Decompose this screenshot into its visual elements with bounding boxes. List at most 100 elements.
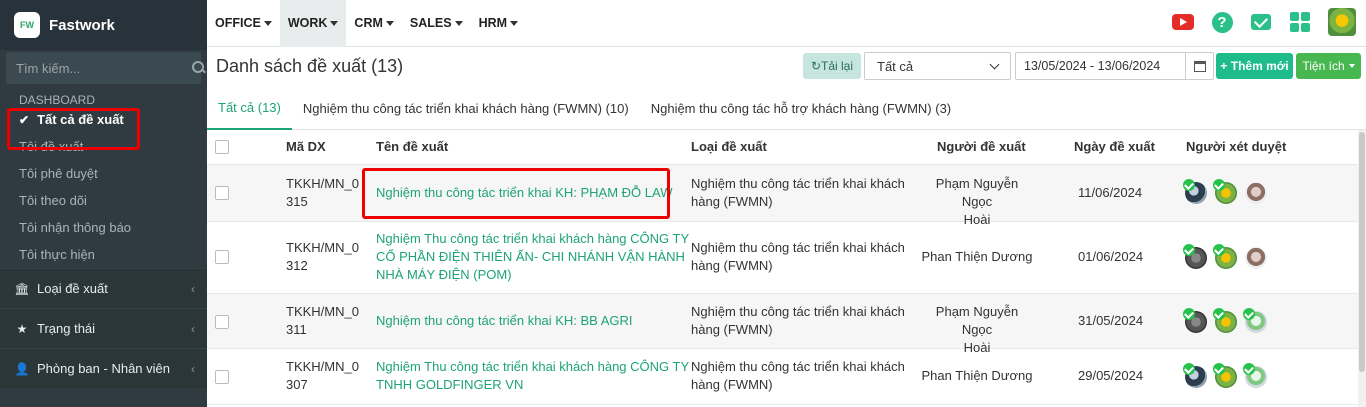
calendar-icon — [1193, 60, 1206, 72]
menu-label: CRM — [354, 16, 383, 30]
row-title-link[interactable]: Nghiệm Thu công tác triển khai khách hàn… — [376, 358, 689, 394]
header-code[interactable]: Mã DX — [286, 138, 326, 156]
menu-crm[interactable]: CRM — [346, 0, 401, 47]
tab-bar: Tất cả (13) Nghiệm thu công tác triển kh… — [207, 87, 1366, 130]
code-line: 311 — [286, 322, 307, 337]
row-proposer: Phạm Nguyễn Ngọc Hoài — [921, 175, 1033, 229]
title-line: TNHH GOLDFINGER VN — [376, 377, 524, 392]
app-root: FW Fastwork DASHBOARD ✔ Tất cả đề xuất T… — [0, 0, 1366, 407]
code-line: 307 — [286, 377, 308, 392]
menu-label: WORK — [287, 16, 328, 30]
tab-all[interactable]: Tất cả (13) — [207, 87, 292, 130]
fastwork-logo: FW — [14, 12, 40, 38]
row-title-link[interactable]: Nghiệm Thu công tác triển khai khách hàn… — [376, 230, 689, 284]
menu-work[interactable]: WORK — [279, 0, 347, 47]
caret-down-icon — [510, 20, 519, 26]
header-type[interactable]: Loại đề xuất — [691, 138, 767, 156]
brand[interactable]: FW Fastwork — [0, 0, 207, 50]
logo-text: FW — [20, 20, 34, 30]
sidebar-item-notifications[interactable]: Tôi nhận thông báo — [0, 214, 207, 241]
sidebar-group-proposal-types[interactable]: 🏛 Loại đề xuất ‹ — [0, 268, 207, 308]
type-line: hàng (FWMN) — [691, 322, 773, 337]
table-row[interactable]: TKKH/MN_0 311 Nghiệm thu công tác triển k… — [207, 294, 1358, 355]
row-proposer: Phan Thiện Dương — [921, 248, 1033, 266]
date-range-picker[interactable]: 13/05/2024 - 13/06/2024 — [1015, 52, 1214, 80]
youtube-icon[interactable] — [1172, 11, 1194, 33]
row-type: Nghiệm thu công tác triển khai khách hàng… — [691, 175, 905, 211]
table-row[interactable]: TKKH/MN_0 312 Nghiệm Thu công tác triển k… — [207, 222, 1358, 294]
code-line: TKKH/MN_0 — [286, 304, 359, 319]
star-icon: ★ — [16, 321, 28, 336]
user-avatar[interactable] — [1328, 8, 1356, 36]
title-line: Nghiệm Thu công tác triển khai khách hàn… — [376, 359, 690, 374]
sidebar-section-dashboard: DASHBOARD — [19, 93, 96, 107]
filter-value: Tất cả — [877, 58, 914, 74]
approved-check-icon — [1183, 244, 1195, 256]
sidebar-group-label: Trạng thái — [37, 321, 96, 336]
caret-down-icon — [1348, 64, 1355, 68]
tools-button[interactable]: Tiện ích — [1296, 53, 1361, 79]
approved-check-icon — [1243, 308, 1255, 320]
refresh-icon: ↻ — [810, 59, 822, 73]
apps-icon[interactable] — [1289, 11, 1311, 33]
approved-check-icon — [1183, 179, 1195, 191]
table-header: Mã DX Tên đề xuất Loại đề xuất Người đề … — [207, 130, 1358, 165]
row-code: TKKH/MN_0 315 — [286, 175, 359, 211]
sidebar-item-label: Tôi theo dõi — [19, 193, 87, 208]
sidebar-group-status[interactable]: ★ Trạng thái ‹ — [0, 308, 207, 348]
menu-office[interactable]: OFFICE — [207, 0, 280, 47]
header-date[interactable]: Ngày đề xuất — [1074, 138, 1155, 156]
approved-check-icon — [1183, 308, 1195, 320]
sidebar-item-label: Tôi phê duyệt — [19, 166, 98, 181]
tab-support-acceptance[interactable]: Nghiệm thu công tác hỗ trợ khách hàng (F… — [640, 87, 962, 130]
sidebar-item-my-approvals[interactable]: Tôi phê duyệt — [0, 160, 207, 187]
approved-check-icon — [1213, 179, 1225, 191]
sidebar-item-executing[interactable]: Tôi thực hiện — [0, 241, 207, 268]
type-line: hàng (FWMN) — [691, 377, 773, 392]
header-name[interactable]: Tên đề xuất — [376, 138, 448, 156]
header-proposer[interactable]: Người đề xuất — [937, 138, 1026, 156]
sidebar-search — [6, 52, 204, 84]
sidebar-group-department[interactable]: 👤 Phòng ban - Nhân viên ‹ — [0, 348, 207, 388]
type-line: hàng (FWMN) — [691, 258, 773, 273]
approver-avatar[interactable] — [1245, 247, 1267, 269]
top-icons: ? — [1155, 8, 1356, 36]
sidebar-group-label: Phòng ban - Nhân viên — [37, 361, 170, 376]
filter-select[interactable]: Tất cả — [864, 52, 1011, 80]
row-checkbox[interactable] — [215, 250, 229, 264]
row-checkbox[interactable] — [215, 370, 229, 384]
row-date: 11/06/2024 — [1078, 185, 1143, 200]
sidebar-item-following[interactable]: Tôi theo dõi — [0, 187, 207, 214]
vertical-scrollbar[interactable] — [1358, 130, 1366, 407]
row-type: Nghiệm thu công tác triển khai khách hàng… — [691, 303, 905, 339]
reload-button[interactable]: ↻ Tải lại — [803, 53, 861, 79]
date-range-value: 13/05/2024 - 13/06/2024 — [1024, 59, 1161, 73]
search-input[interactable] — [16, 60, 192, 76]
mail-icon[interactable] — [1250, 11, 1272, 33]
row-checkbox[interactable] — [215, 186, 229, 200]
type-line: Nghiệm thu công tác triển khai khách — [691, 304, 905, 319]
select-all-checkbox[interactable] — [215, 140, 229, 154]
table-row[interactable]: TKKH/MN_0 307 Nghiệm Thu công tác triển k… — [207, 349, 1358, 405]
calendar-button[interactable] — [1185, 53, 1213, 79]
approver-avatar[interactable] — [1245, 182, 1267, 204]
help-icon[interactable]: ? — [1211, 11, 1233, 33]
header-approvers[interactable]: Người xét duyệt — [1186, 138, 1286, 156]
menu-hrm[interactable]: HRM — [471, 0, 526, 47]
row-code: TKKH/MN_0 307 — [286, 358, 359, 394]
row-code: TKKH/MN_0 312 — [286, 239, 359, 275]
row-code: TKKH/MN_0 311 — [286, 303, 359, 339]
menu-sales[interactable]: SALES — [402, 0, 471, 47]
sidebar-group-label: Loại đề xuất — [37, 281, 108, 296]
code-line: TKKH/MN_0 — [286, 176, 359, 191]
row-title-link[interactable]: Nghiệm thu công tác triển khai KH: BB AG… — [376, 312, 633, 330]
proposer-line: Phạm Nguyễn Ngọc — [935, 176, 1019, 209]
brand-name: Fastwork — [49, 16, 115, 34]
tab-deployment-acceptance[interactable]: Nghiệm thu công tác triển khai khách hàn… — [292, 87, 640, 130]
approved-check-icon — [1213, 308, 1225, 320]
add-new-button[interactable]: + Thêm mới — [1216, 53, 1293, 79]
caret-down-icon — [263, 20, 272, 26]
row-checkbox[interactable] — [215, 315, 229, 329]
scrollbar-thumb[interactable] — [1359, 132, 1365, 372]
row-date: 01/06/2024 — [1078, 249, 1144, 264]
